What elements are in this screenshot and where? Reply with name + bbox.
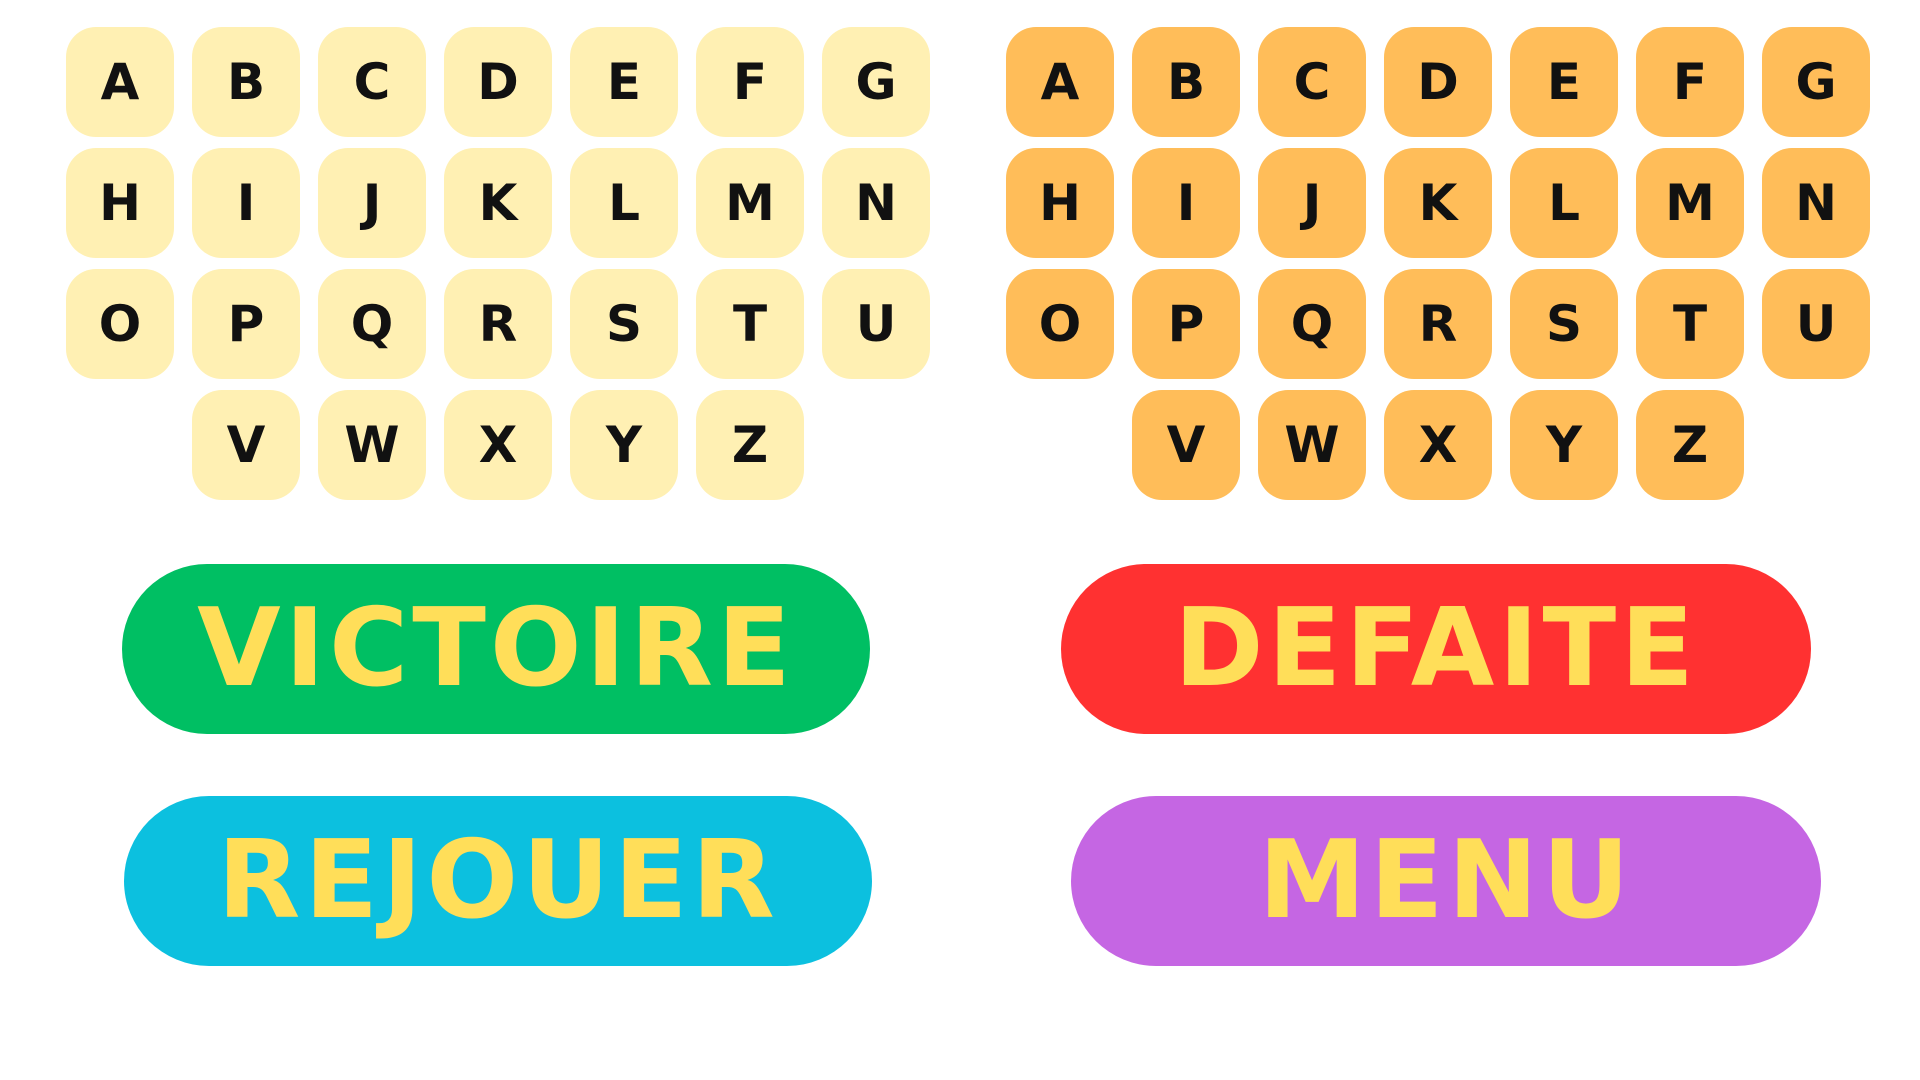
- letter-key-j[interactable]: J: [1258, 148, 1366, 258]
- letter-key-b[interactable]: B: [1132, 27, 1240, 137]
- letter-key-w[interactable]: W: [1258, 390, 1366, 500]
- letter-key-c[interactable]: C: [1258, 27, 1366, 137]
- letter-key-o[interactable]: O: [66, 269, 174, 379]
- letter-key-w[interactable]: W: [318, 390, 426, 500]
- letter-key-m[interactable]: M: [1636, 148, 1744, 258]
- rejouer-label: REJOUER: [217, 818, 779, 943]
- letter-key-g[interactable]: G: [822, 27, 930, 137]
- letter-key-z[interactable]: Z: [696, 390, 804, 500]
- letter-key-x[interactable]: X: [444, 390, 552, 500]
- letter-key-r[interactable]: R: [444, 269, 552, 379]
- letter-keyboard-light: ABCDEFGHIJKLMNOPQRSTUVWXYZ: [65, 27, 931, 511]
- letter-key-s[interactable]: S: [570, 269, 678, 379]
- letter-key-s[interactable]: S: [1510, 269, 1618, 379]
- letter-key-t[interactable]: T: [696, 269, 804, 379]
- keyboard-left-row: OPQRSTU: [65, 269, 931, 379]
- letter-keyboard-orange: ABCDEFGHIJKLMNOPQRSTUVWXYZ: [1005, 27, 1871, 511]
- letter-key-x[interactable]: X: [1384, 390, 1492, 500]
- letter-key-p[interactable]: P: [1132, 269, 1240, 379]
- letter-key-h[interactable]: H: [1006, 148, 1114, 258]
- letter-key-q[interactable]: Q: [318, 269, 426, 379]
- letter-key-n[interactable]: N: [822, 148, 930, 258]
- letter-key-a[interactable]: A: [1006, 27, 1114, 137]
- keyboard-right-row: VWXYZ: [1005, 390, 1871, 500]
- letter-key-h[interactable]: H: [66, 148, 174, 258]
- letter-key-d[interactable]: D: [1384, 27, 1492, 137]
- letter-key-n[interactable]: N: [1762, 148, 1870, 258]
- keyboard-left-row: VWXYZ: [65, 390, 931, 500]
- defaite-banner: DEFAITE: [1061, 564, 1811, 734]
- letter-key-r[interactable]: R: [1384, 269, 1492, 379]
- letter-key-i[interactable]: I: [1132, 148, 1240, 258]
- letter-key-j[interactable]: J: [318, 148, 426, 258]
- letter-key-e[interactable]: E: [1510, 27, 1618, 137]
- keyboard-left-row: ABCDEFG: [65, 27, 931, 137]
- letter-key-p[interactable]: P: [192, 269, 300, 379]
- letter-key-b[interactable]: B: [192, 27, 300, 137]
- letter-key-o[interactable]: O: [1006, 269, 1114, 379]
- letter-key-t[interactable]: T: [1636, 269, 1744, 379]
- letter-key-f[interactable]: F: [696, 27, 804, 137]
- letter-key-v[interactable]: V: [192, 390, 300, 500]
- letter-key-y[interactable]: Y: [1510, 390, 1618, 500]
- victoire-banner: VICTOIRE: [122, 564, 870, 734]
- defaite-label: DEFAITE: [1173, 586, 1699, 711]
- letter-key-c[interactable]: C: [318, 27, 426, 137]
- letter-key-l[interactable]: L: [1510, 148, 1618, 258]
- menu-button[interactable]: MENU: [1071, 796, 1821, 966]
- letter-key-y[interactable]: Y: [570, 390, 678, 500]
- keyboard-right-row: HIJKLMN: [1005, 148, 1871, 258]
- letter-key-e[interactable]: E: [570, 27, 678, 137]
- letter-key-k[interactable]: K: [1384, 148, 1492, 258]
- letter-key-g[interactable]: G: [1762, 27, 1870, 137]
- keyboard-right-row: ABCDEFG: [1005, 27, 1871, 137]
- letter-key-d[interactable]: D: [444, 27, 552, 137]
- letter-key-i[interactable]: I: [192, 148, 300, 258]
- letter-key-z[interactable]: Z: [1636, 390, 1744, 500]
- letter-key-f[interactable]: F: [1636, 27, 1744, 137]
- letter-key-l[interactable]: L: [570, 148, 678, 258]
- menu-label: MENU: [1258, 818, 1634, 943]
- letter-key-k[interactable]: K: [444, 148, 552, 258]
- keyboard-right-row: OPQRSTU: [1005, 269, 1871, 379]
- letter-key-v[interactable]: V: [1132, 390, 1240, 500]
- rejouer-button[interactable]: REJOUER: [124, 796, 872, 966]
- victoire-label: VICTOIRE: [197, 586, 795, 711]
- keyboard-left-row: HIJKLMN: [65, 148, 931, 258]
- letter-key-m[interactable]: M: [696, 148, 804, 258]
- letter-key-a[interactable]: A: [66, 27, 174, 137]
- letter-key-q[interactable]: Q: [1258, 269, 1366, 379]
- letter-key-u[interactable]: U: [1762, 269, 1870, 379]
- letter-key-u[interactable]: U: [822, 269, 930, 379]
